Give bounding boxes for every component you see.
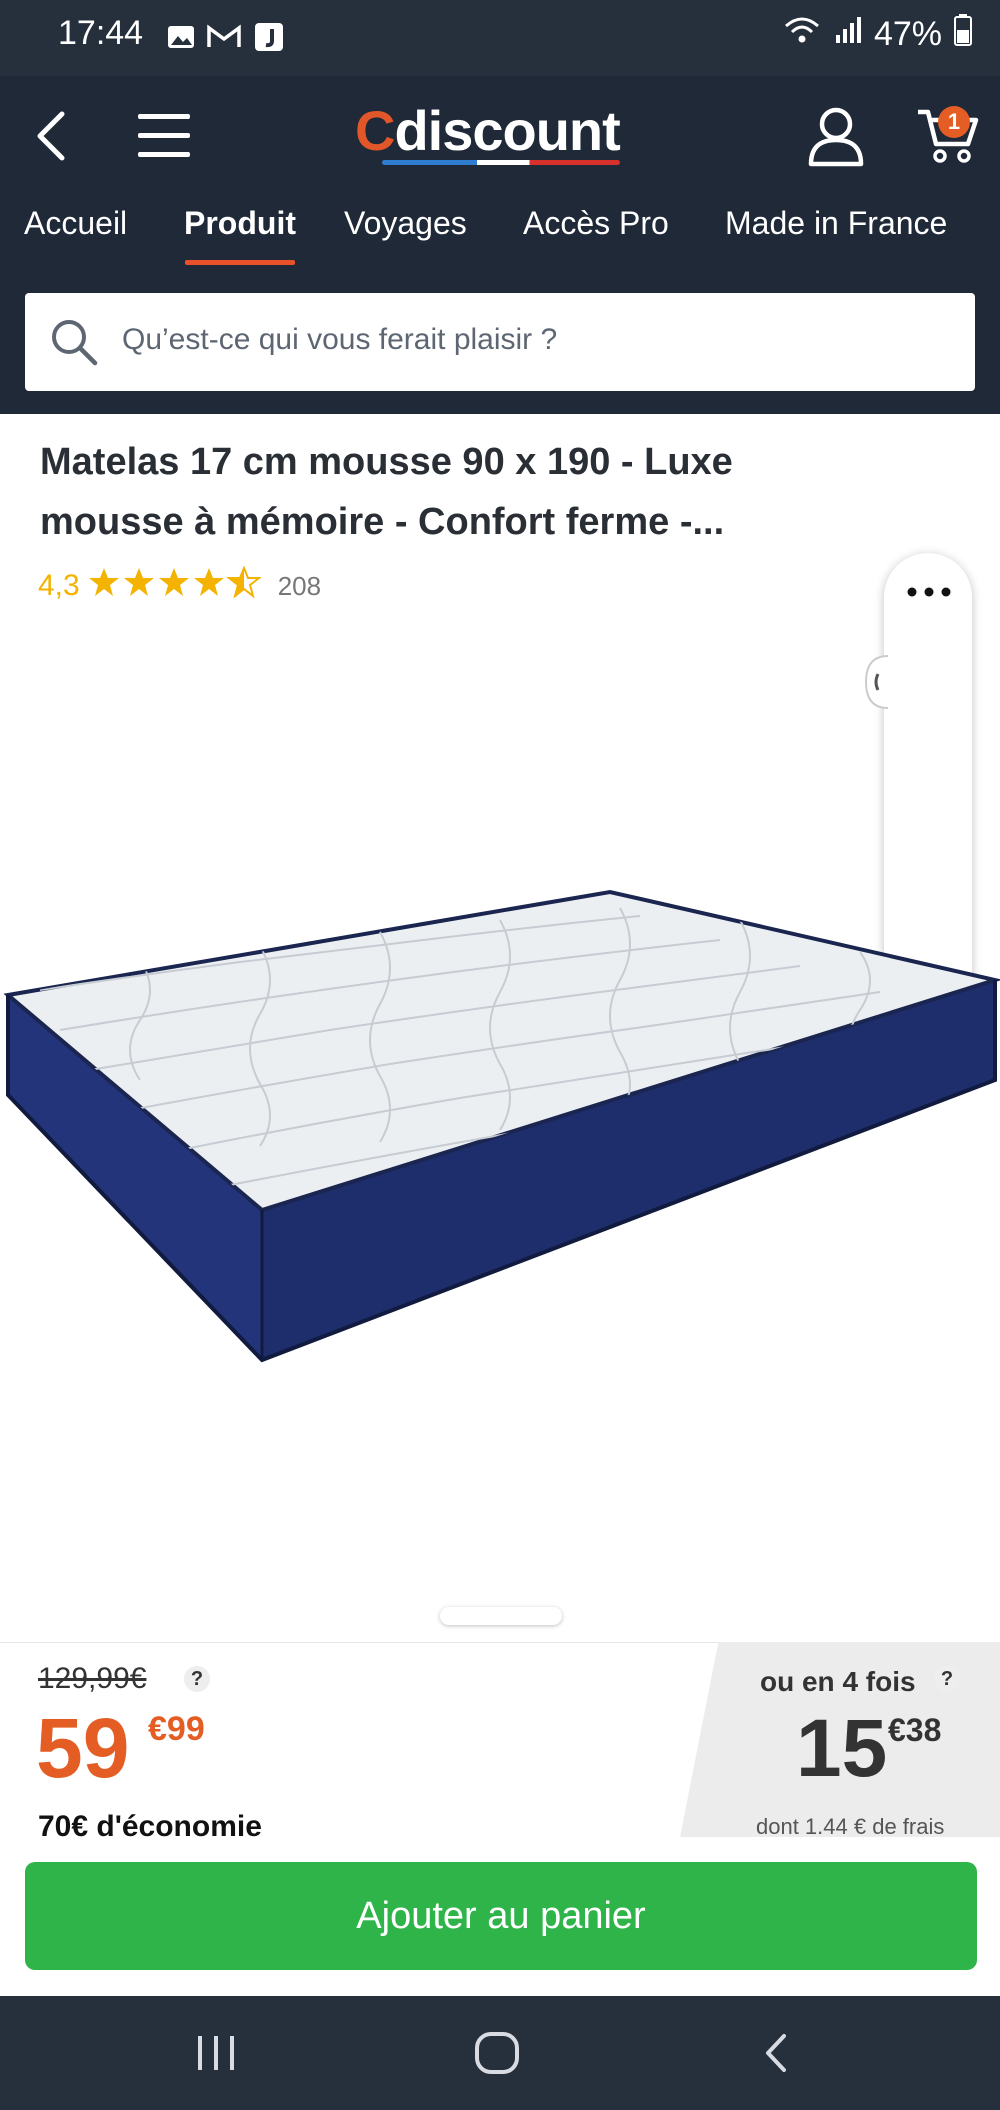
search-input[interactable]: Qu’est-ce qui vous ferait plaisir ?: [122, 323, 557, 357]
battery-icon: [954, 14, 972, 55]
review-count: 208: [277, 570, 322, 601]
bottom-sheet-handle[interactable]: [440, 1607, 562, 1625]
saving-text: 70€ d'économie: [38, 1810, 262, 1843]
back-arrow-icon[interactable]: [30, 106, 74, 171]
battery-percent: 47%: [873, 15, 942, 53]
system-back-icon[interactable]: [758, 2030, 794, 2081]
price-cents: €99: [148, 1710, 205, 1748]
product-title-line2: mousse à mémoire - Confort ferme -...: [40, 501, 725, 543]
installment-label: ou en 4 fois: [760, 1666, 916, 1697]
collapsed-panel-tab-icon[interactable]: [864, 654, 890, 715]
rating-value: 4,3: [38, 569, 80, 602]
tab-voyages[interactable]: Voyages: [344, 205, 467, 242]
top-tabs: Accueil Produit Voyages Accès Pro Made i…: [0, 205, 1000, 265]
search-bar[interactable]: Qu’est-ce qui vous ferait plaisir ?: [25, 293, 975, 391]
logo-underline: [382, 160, 620, 165]
old-price-help-icon[interactable]: ?: [184, 1666, 210, 1692]
account-icon[interactable]: [806, 104, 866, 173]
status-bar: 17:44 47%: [0, 0, 1000, 76]
active-tab-indicator: [185, 260, 295, 265]
search-icon: [47, 315, 101, 374]
product-rating[interactable]: 4,3 208: [38, 566, 321, 606]
product-title-line1: Matelas 17 cm mousse 90 x 190 - Luxe: [40, 441, 733, 483]
tab-accueil[interactable]: Accueil: [24, 205, 127, 242]
price-main: 59: [36, 1701, 130, 1795]
wifi-icon: [782, 14, 822, 55]
tab-produit[interactable]: Produit: [184, 205, 296, 242]
installment-help-icon[interactable]: ?: [934, 1666, 960, 1692]
app-j-icon: [254, 22, 284, 52]
logo-text: discount: [394, 99, 620, 162]
recent-apps-icon[interactable]: [194, 2032, 240, 2079]
logo-c: C: [355, 99, 395, 162]
installment-fee: dont 1.44 € de frais: [756, 1814, 945, 1839]
home-icon[interactable]: [472, 2030, 522, 2081]
status-right: 47%: [782, 14, 972, 55]
gmail-icon: [206, 22, 241, 52]
tab-made-in-france[interactable]: Made in France: [725, 205, 947, 242]
old-price: 129,99€: [38, 1662, 147, 1695]
product-image[interactable]: [0, 880, 1000, 1400]
menu-icon[interactable]: [136, 110, 192, 167]
rating-stars-icon: [88, 566, 264, 606]
more-options-icon[interactable]: [906, 585, 952, 604]
add-to-cart-button[interactable]: Ajouter au panier: [25, 1862, 977, 1970]
cart-count-badge: 1: [938, 106, 970, 138]
gallery-icon: [166, 22, 196, 52]
system-nav-bar: [0, 1996, 1000, 2110]
signal-icon: [834, 15, 862, 54]
status-time: 17:44: [58, 14, 144, 52]
installment-cents: €38: [888, 1712, 942, 1748]
installment-main: 15: [796, 1703, 888, 1794]
cdiscount-logo[interactable]: Cdiscount: [355, 98, 621, 163]
product-title: Matelas 17 cm mousse 90 x 190 - Luxe mou…: [40, 432, 900, 552]
tab-acces-pro[interactable]: Accès Pro: [523, 205, 669, 242]
